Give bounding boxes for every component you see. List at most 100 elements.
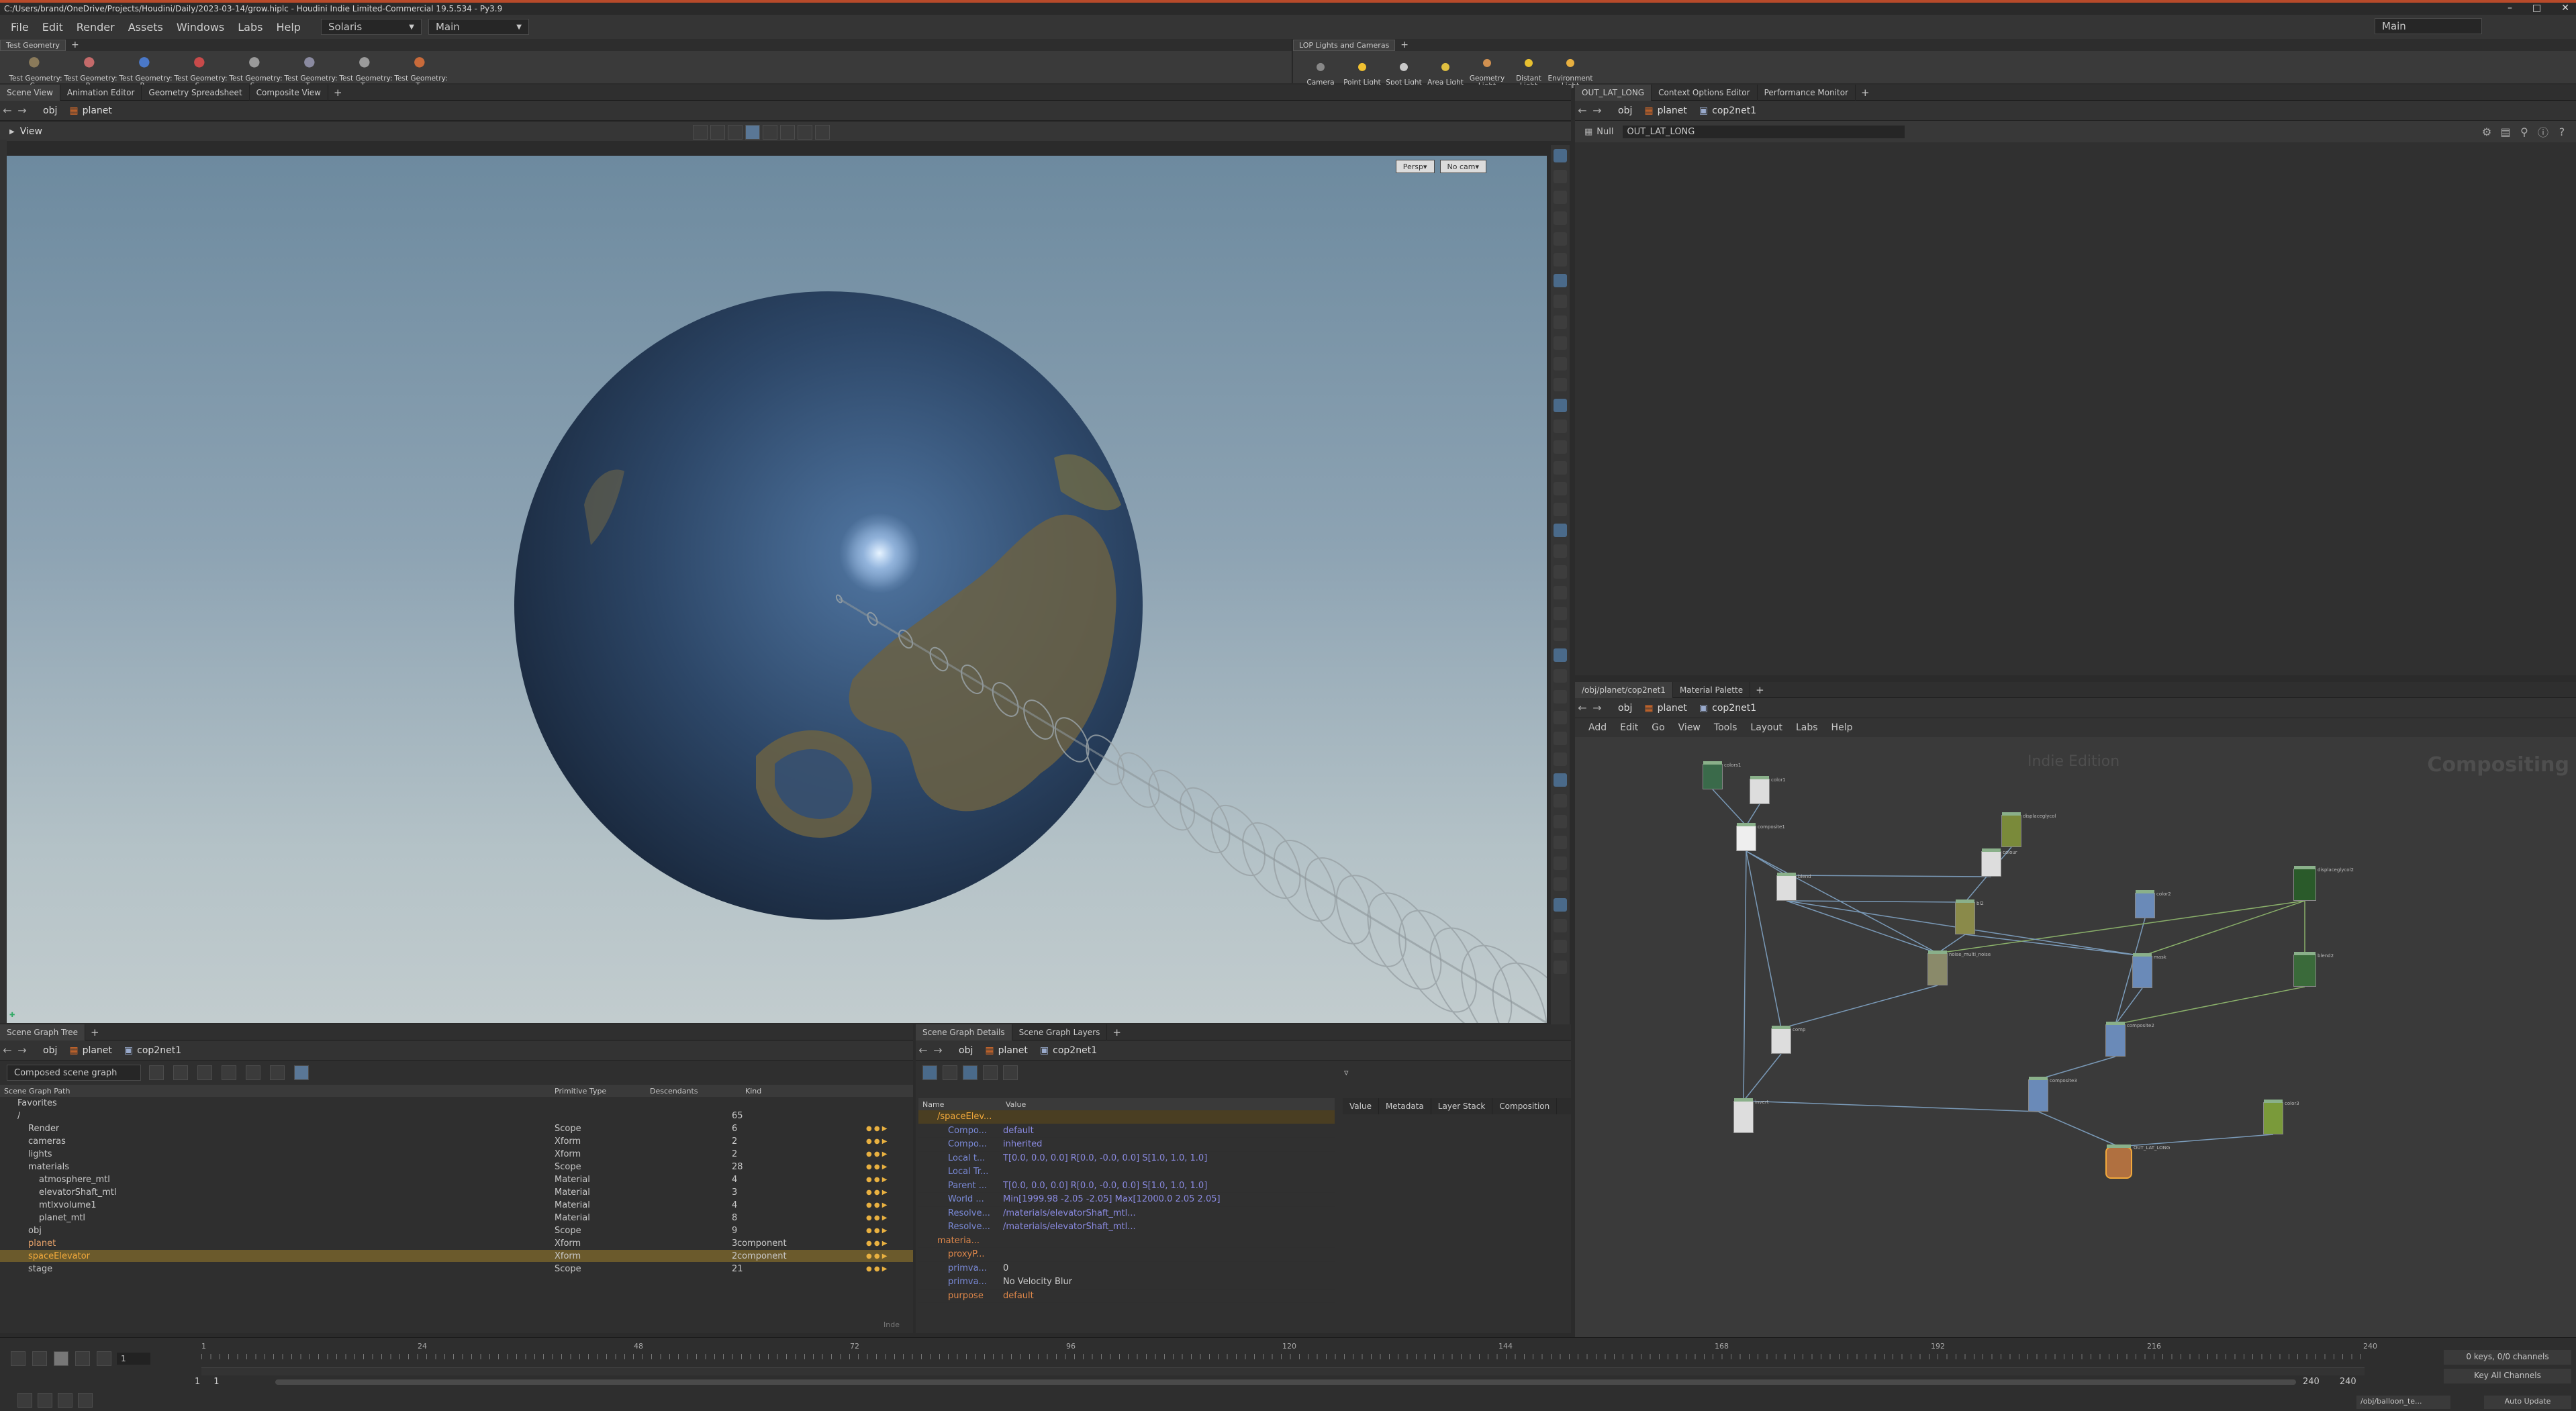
- forward-icon[interactable]: →: [15, 1043, 30, 1058]
- tab-geometry-spreadsheet[interactable]: Geometry Spreadsheet: [142, 84, 250, 101]
- sgd-row[interactable]: World ... Min[1999.98 -2.05 -2.05] Max[12…: [918, 1193, 1335, 1207]
- display-option-icon[interactable]: [1554, 315, 1567, 329]
- visibility-icon[interactable]: ● ● ▶: [866, 1138, 888, 1145]
- path-planet[interactable]: ▦ planet: [1644, 105, 1687, 116]
- back-icon[interactable]: ←: [1575, 701, 1590, 716]
- sgd-row[interactable]: Local Tr...: [918, 1165, 1335, 1179]
- audio-icon[interactable]: [78, 1393, 93, 1408]
- network-menu-labs[interactable]: Labs: [1796, 722, 1818, 733]
- realtime-icon[interactable]: [17, 1393, 32, 1408]
- network-menu-tools[interactable]: Tools: [1714, 722, 1737, 733]
- display-option-icon[interactable]: [1554, 857, 1567, 870]
- viewport-3d[interactable]: Persp ▾ No cam ▾ ✚: [7, 156, 1547, 1023]
- display-option-icon[interactable]: [1554, 565, 1567, 579]
- display-option-icon[interactable]: [1554, 378, 1567, 391]
- display-option-icon[interactable]: [1554, 482, 1567, 495]
- visibility-icon[interactable]: ● ● ▶: [866, 1265, 888, 1273]
- sgt-row[interactable]: planet_mtl Material 8 ● ● ▶: [0, 1212, 913, 1224]
- jump-start-icon[interactable]: [11, 1351, 26, 1366]
- display-option-icon[interactable]: [1554, 836, 1567, 849]
- tab-layer-stack[interactable]: Layer Stack: [1431, 1098, 1493, 1114]
- path-planet[interactable]: ▦ planet: [985, 1045, 1028, 1056]
- sgt-row[interactable]: stage Scope 21 ● ● ▶: [0, 1263, 913, 1275]
- display-option-icon[interactable]: [1554, 669, 1567, 683]
- back-icon[interactable]: ←: [0, 1043, 15, 1058]
- range-start2-field[interactable]: 1: [213, 1377, 219, 1387]
- sgt-row[interactable]: obj Scope 9 ● ● ▶: [0, 1224, 913, 1237]
- sgd-row[interactable]: materia...: [918, 1234, 1335, 1248]
- path-obj[interactable]: obj: [43, 105, 57, 116]
- path-cop2net1[interactable]: ▣ cop2net1: [1699, 105, 1756, 116]
- desktop-dropdown[interactable]: Solaris ▼: [320, 19, 422, 35]
- add-tab-icon[interactable]: +: [1400, 40, 1409, 50]
- add-tab-icon[interactable]: +: [91, 1026, 99, 1038]
- flipbook-icon[interactable]: [815, 125, 830, 140]
- display-option-icon[interactable]: [1554, 149, 1567, 162]
- sgt-row[interactable]: spaceElevator Xform 2 component ● ● ▶: [0, 1250, 913, 1263]
- cop-node[interactable]: [2132, 953, 2152, 988]
- menu-windows[interactable]: Windows: [177, 21, 224, 34]
- sgt-row[interactable]: elevatorShaft_mtl Material 3 ● ● ▶: [0, 1186, 913, 1199]
- display-option-icon[interactable]: [1554, 399, 1567, 412]
- timeline-track[interactable]: [201, 1367, 2365, 1375]
- tab-context-options[interactable]: Context Options Editor: [1652, 84, 1758, 101]
- list-icon[interactable]: [943, 1065, 957, 1080]
- visibility-icon[interactable]: ● ● ▶: [866, 1176, 888, 1183]
- add-tab-icon[interactable]: +: [334, 87, 342, 99]
- path-obj[interactable]: obj: [959, 1045, 973, 1056]
- info-icon[interactable]: [246, 1065, 260, 1080]
- grid-icon[interactable]: [1003, 1065, 1018, 1080]
- display-option-icon[interactable]: [1554, 711, 1567, 724]
- display-option-icon[interactable]: [1554, 191, 1567, 204]
- display-option-icon[interactable]: [1554, 919, 1567, 932]
- display-option-icon[interactable]: [1554, 211, 1567, 225]
- collapse-icon[interactable]: [173, 1065, 188, 1080]
- tab-material-palette[interactable]: Material Palette: [1673, 681, 1751, 698]
- tab-out-lat-long[interactable]: OUT_LAT_LONG: [1575, 84, 1652, 101]
- display-option-icon[interactable]: [1554, 440, 1567, 454]
- cop-node[interactable]: [2293, 952, 2316, 987]
- visibility-icon[interactable]: ● ● ▶: [866, 1240, 888, 1247]
- sgd-row[interactable]: purpose default: [918, 1290, 1335, 1303]
- cop-node[interactable]: [1955, 899, 1975, 934]
- filter-icon[interactable]: [149, 1065, 164, 1080]
- sgd-row[interactable]: Resolve... /materials/elevatorShaft_mtl..…: [918, 1220, 1335, 1234]
- path-planet[interactable]: ▦ planet: [69, 1045, 112, 1056]
- jump-end-icon[interactable]: [97, 1351, 111, 1366]
- display-option-icon[interactable]: [1554, 170, 1567, 183]
- sgt-row[interactable]: lights Xform 2 ● ● ▶: [0, 1148, 913, 1161]
- network-menu-go[interactable]: Go: [1652, 722, 1664, 733]
- forward-icon[interactable]: →: [1590, 103, 1605, 118]
- gear-icon[interactable]: ⚙: [2479, 124, 2494, 139]
- shelf-tool-spot-light[interactable]: Spot Light: [1383, 55, 1425, 87]
- sgt-row[interactable]: planet Xform 3 component ● ● ▶: [0, 1237, 913, 1250]
- display-option-icon[interactable]: [1554, 628, 1567, 641]
- visibility-icon[interactable]: ● ● ▶: [866, 1189, 888, 1196]
- tab-scene-graph-tree[interactable]: Scene Graph Tree: [0, 1024, 86, 1040]
- cop-node[interactable]: [1927, 951, 1948, 985]
- cop-node[interactable]: [2293, 866, 2316, 901]
- sgd-row[interactable]: /spaceElev...: [918, 1110, 1335, 1124]
- path-cop2net1[interactable]: ▣ cop2net1: [1699, 703, 1756, 714]
- sgd-row[interactable]: proxyP...: [918, 1248, 1335, 1262]
- select-tool-icon[interactable]: [693, 125, 708, 140]
- snap-icon[interactable]: [780, 125, 795, 140]
- auto-update-menu[interactable]: Auto Update: [2484, 1396, 2571, 1409]
- play-icon[interactable]: [75, 1351, 90, 1366]
- help-book-icon[interactable]: ▤: [2498, 124, 2513, 139]
- sgt-row[interactable]: mtlxvolume1 Material 4 ● ● ▶: [0, 1199, 913, 1212]
- key-all-channels-button[interactable]: Key All Channels: [2444, 1369, 2571, 1383]
- menu-help[interactable]: Help: [276, 21, 300, 34]
- sgd-row[interactable]: Parent ... T[0.0, 0.0, 0.0] R[0.0, -0.0, …: [918, 1179, 1335, 1193]
- expand-icon[interactable]: [197, 1065, 212, 1080]
- menu-labs[interactable]: Labs: [238, 21, 263, 34]
- cop-node[interactable]: [1981, 848, 2001, 877]
- node-name-field[interactable]: OUT_LAT_LONG: [1623, 125, 1905, 138]
- help-icon[interactable]: ?: [2555, 124, 2569, 139]
- menu-render[interactable]: Render: [77, 21, 115, 34]
- display-option-icon[interactable]: [1554, 461, 1567, 475]
- add-tab-icon[interactable]: +: [1861, 87, 1870, 99]
- tab-metadata[interactable]: Metadata: [1379, 1098, 1431, 1114]
- display-option-icon[interactable]: [1554, 357, 1567, 371]
- tab-scene-graph-details[interactable]: Scene Graph Details: [916, 1024, 1012, 1040]
